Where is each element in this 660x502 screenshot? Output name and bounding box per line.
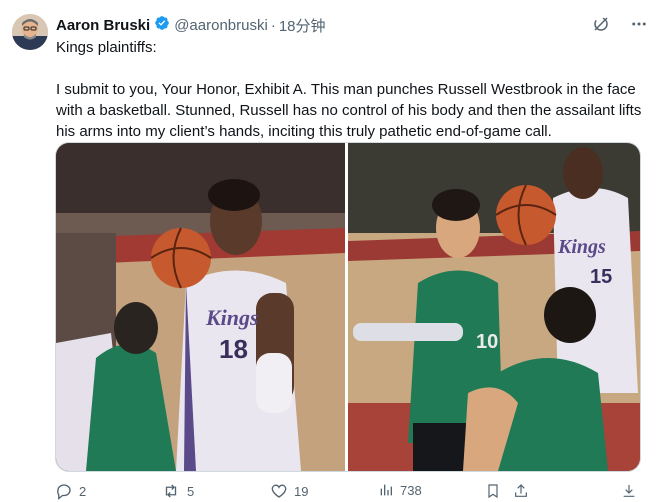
avatar[interactable] bbox=[12, 14, 48, 50]
views-icon bbox=[378, 482, 394, 498]
views-count: 738 bbox=[400, 482, 422, 498]
retweet-button[interactable]: 5 bbox=[161, 482, 194, 500]
action-bar: 2 5 19 738 bbox=[55, 482, 645, 502]
share-icon bbox=[513, 482, 529, 500]
reply-button[interactable]: 2 bbox=[55, 482, 86, 500]
tweet-header: Aaron Bruski @aaronbruski · 18分钟 bbox=[56, 15, 648, 35]
views-button[interactable]: 738 bbox=[378, 482, 422, 498]
verified-badge-icon bbox=[150, 15, 174, 35]
author-name[interactable]: Aaron Bruski bbox=[56, 17, 150, 34]
right-jersey-brand: Kings bbox=[557, 236, 606, 258]
like-count: 19 bbox=[294, 483, 309, 499]
download-icon bbox=[621, 482, 637, 500]
left-jersey-brand: Kings bbox=[205, 305, 259, 330]
timestamp[interactable]: 18分钟 bbox=[279, 15, 326, 36]
separator: · bbox=[270, 16, 276, 34]
media-image-right[interactable]: Kings 15 10 bbox=[348, 143, 640, 471]
more-icon[interactable] bbox=[630, 15, 648, 33]
grok-icon[interactable] bbox=[592, 15, 610, 33]
reply-count: 2 bbox=[79, 483, 87, 499]
retweet-icon bbox=[161, 482, 181, 500]
tweet-media[interactable]: Kings 18 Kings 15 10 bbox=[55, 142, 641, 472]
right-jersey-number: 15 bbox=[590, 266, 612, 288]
like-icon bbox=[270, 482, 288, 500]
like-button[interactable]: 19 bbox=[270, 482, 308, 500]
tweet-line-2: I submit to you, Your Honor, Exhibit A. … bbox=[56, 81, 642, 140]
media-image-left[interactable]: Kings 18 bbox=[56, 143, 345, 471]
tweet-text: Kings plaintiffs: I submit to you, Your … bbox=[56, 37, 646, 142]
share-button[interactable] bbox=[513, 482, 529, 500]
bookmark-icon bbox=[485, 482, 501, 500]
reply-icon bbox=[55, 482, 73, 500]
download-button[interactable] bbox=[621, 482, 637, 500]
retweet-count: 5 bbox=[187, 483, 195, 499]
bookmark-button[interactable] bbox=[485, 482, 501, 500]
author-handle[interactable]: @aaronbruski bbox=[174, 17, 268, 34]
left-jersey-number: 18 bbox=[219, 334, 248, 364]
right-opponent-number: 10 bbox=[476, 331, 498, 353]
tweet-line-1: Kings plaintiffs: bbox=[56, 39, 157, 56]
